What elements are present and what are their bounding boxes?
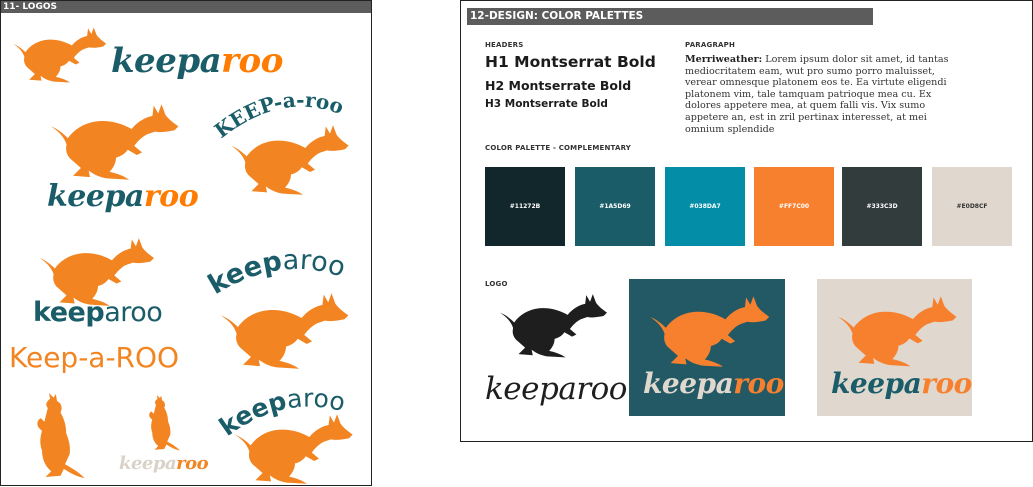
swatch-hex: #1A5D69 [599,203,631,210]
kangaroo-icon [231,121,351,199]
sample-paragraph: Merriweather: Lorem ipsum dolor sit amet… [685,54,950,135]
swatch-hex: #11272B [509,203,541,210]
palette-label: COLOR PALETTE - COMPLEMENTARY [485,144,632,152]
kangaroo-standing-icon [131,395,193,455]
kangaroo-icon [233,413,357,485]
wordmark-part-b: roo [733,367,784,400]
logo-variant: keeparoo [629,279,785,416]
color-swatch: #333C3D [842,167,922,246]
logo-wordmark-sans: keeparoo [33,297,163,328]
kangaroo-icon [51,101,181,183]
color-swatch: #FF7C00 [754,167,834,246]
paragraph-text: Lorem ipsum dolor sit amet, id tantas me… [685,54,949,135]
color-swatch: #E0D8CF [932,167,1012,246]
kangaroo-icon [838,295,959,368]
sample-h1: H1 Montserrat Bold [485,53,656,71]
logo-wordmark: keeparoo [485,371,627,407]
kangaroo-icon [650,295,772,368]
kangaroo-icon [221,291,351,371]
sample-h2: H2 Montserrate Bold [485,78,632,93]
kangaroo-icon [13,25,108,85]
wordmark-part-a: keepa [643,367,734,400]
color-swatch: #1A5D69 [575,167,655,246]
swatch-hex: #E0D8CF [956,203,988,210]
kangaroo-standing-icon [15,393,99,485]
color-swatch: #038DA7 [665,167,745,246]
logo-variant: keeparoo [481,289,627,417]
wordmark-part-b: roo [576,371,627,407]
color-swatch: #11272B [485,167,565,246]
paragraph-label: PARAGRAPH [685,41,736,49]
logo-wordmark-small: keeparoo [119,453,209,474]
wordmark-part-a: keepa [831,367,922,400]
paragraph-font-name: Merriweather: [685,54,763,65]
logo-variant: keeparoo [817,279,972,416]
logo-wordmark: keeparoo [831,367,972,400]
logos-header: 11- LOGOS [1,1,371,13]
logo-wordmark: keeparoo [643,367,784,400]
kangaroo-icon [500,293,609,359]
swatch-hex: #FF7C00 [778,203,810,210]
wordmark-part-a: keepa [485,371,577,407]
swatch-hex: #333C3D [866,203,898,210]
design-sheet: 12-DESIGN: COLOR PALETTES HEADERS PARAGR… [460,0,1033,442]
logo-wordmark-primary: keeparoo [111,41,283,81]
swatch-hex: #038DA7 [689,203,721,210]
logos-sheet: 11- LOGOS keeparoo keeparoo KEEP-a-roo k… [0,0,372,486]
design-header: 12-DESIGN: COLOR PALETTES [467,8,873,25]
logo-wordmark-stacked: keeparoo [47,179,199,214]
wordmark-part-b: roo [921,367,972,400]
logo-label: LOGO [485,280,508,288]
sample-h3: H3 Montserrate Bold [485,98,608,110]
logo-wordmark-keep-a-roo: Keep-a-ROO [9,341,180,374]
headers-label: HEADERS [485,41,524,49]
